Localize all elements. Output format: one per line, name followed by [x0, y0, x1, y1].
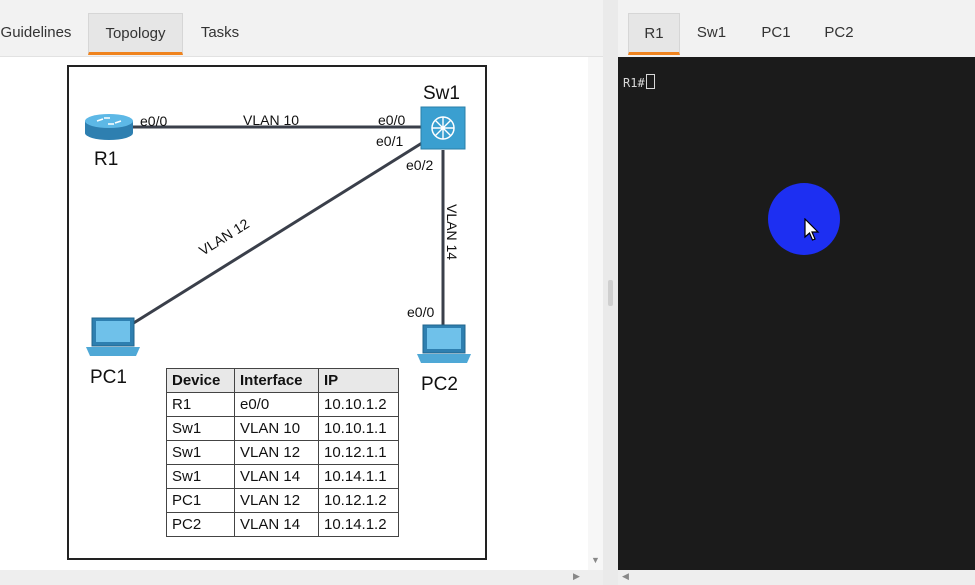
table-cell: R1 — [166, 392, 235, 417]
table-header-cell: Interface — [234, 368, 319, 393]
tab-r1[interactable]: R1 — [628, 13, 680, 55]
table-header-cell: Device — [166, 368, 235, 393]
port-label-sw1-e0-1: e0/1 — [376, 133, 404, 149]
topology-horizontal-scrollbar[interactable]: ▶ — [0, 570, 603, 585]
tab-sw1[interactable]: Sw1 — [689, 13, 734, 55]
tab-pc2[interactable]: PC2 — [816, 13, 862, 55]
table-row: PC1 VLAN 12 10.12.1.2 — [166, 488, 399, 513]
switch-icon — [420, 106, 466, 150]
text-cursor-icon — [645, 74, 655, 89]
table-cell: VLAN 12 — [234, 488, 319, 513]
pane-splitter[interactable] — [603, 0, 618, 585]
table-row: R1 e0/0 10.10.1.2 — [166, 392, 399, 417]
table-cell: e0/0 — [234, 392, 319, 417]
port-label-r1-e0-0: e0/0 — [140, 113, 168, 129]
console-pane: R1 Sw1 PC1 PC2 R1# ◀ — [618, 0, 975, 585]
table-cell: 10.14.1.2 — [318, 512, 399, 537]
tab-pc1[interactable]: PC1 — [754, 13, 798, 55]
table-cell: VLAN 14 — [234, 464, 319, 489]
mouse-pointer-icon — [804, 218, 820, 241]
table-cell: VLAN 12 — [234, 440, 319, 465]
pc1-laptop-icon — [86, 317, 140, 356]
table-cell: 10.12.1.1 — [318, 440, 399, 465]
router-icon — [85, 114, 133, 140]
splitter-grip-icon[interactable] — [608, 280, 613, 306]
table-cell: 10.12.1.2 — [318, 488, 399, 513]
table-cell: PC2 — [166, 512, 235, 537]
table-cell: Sw1 — [166, 440, 235, 465]
port-label-pc2-e0-0: e0/0 — [407, 304, 435, 320]
device-label-pc2: PC2 — [421, 374, 458, 395]
device-label-r1: R1 — [94, 149, 119, 170]
link-sw1-pc1 — [131, 141, 423, 326]
scroll-right-arrow-icon[interactable]: ▶ — [573, 571, 580, 582]
table-cell: 10.10.1.2 — [318, 392, 399, 417]
console-horizontal-scrollbar[interactable]: ◀ — [618, 570, 975, 585]
topology-vertical-scrollbar[interactable]: ▼ — [588, 57, 603, 570]
table-row: Sw1 VLAN 14 10.14.1.1 — [166, 464, 399, 489]
vlan-label-14: VLAN 14 — [444, 204, 460, 261]
pc2-laptop-icon — [417, 324, 471, 363]
table-row: Sw1 VLAN 12 10.12.1.1 — [166, 440, 399, 465]
vlan-label-10: VLAN 10 — [243, 112, 300, 128]
table-cell: 10.14.1.1 — [318, 464, 399, 489]
device-label-sw1: Sw1 — [423, 83, 460, 104]
device-label-pc1: PC1 — [90, 367, 127, 388]
scroll-left-arrow-icon[interactable]: ◀ — [622, 571, 629, 582]
terminal-console[interactable]: R1# — [618, 57, 975, 570]
scroll-down-arrow-icon[interactable]: ▼ — [591, 555, 600, 565]
port-label-sw1-e0-0: e0/0 — [378, 112, 406, 128]
ip-address-table: Device Interface IP R1 e0/0 10.10.1.2 Sw… — [166, 368, 399, 537]
port-label-sw1-e0-2: e0/2 — [406, 157, 434, 173]
table-row: Sw1 VLAN 10 10.10.1.1 — [166, 416, 399, 441]
table-header-cell: IP — [318, 368, 399, 393]
table-header-row: Device Interface IP — [166, 368, 399, 393]
table-row: PC2 VLAN 14 10.14.1.2 — [166, 512, 399, 537]
table-cell: VLAN 14 — [234, 512, 319, 537]
table-cell: PC1 — [166, 488, 235, 513]
left-pane: Guidelines Topology Tasks R1 Sw1 PC1 PC2… — [0, 0, 603, 585]
table-cell: Sw1 — [166, 464, 235, 489]
terminal-prompt: R1# — [623, 74, 655, 90]
table-cell: 10.10.1.1 — [318, 416, 399, 441]
table-cell: Sw1 — [166, 416, 235, 441]
table-cell: VLAN 10 — [234, 416, 319, 441]
